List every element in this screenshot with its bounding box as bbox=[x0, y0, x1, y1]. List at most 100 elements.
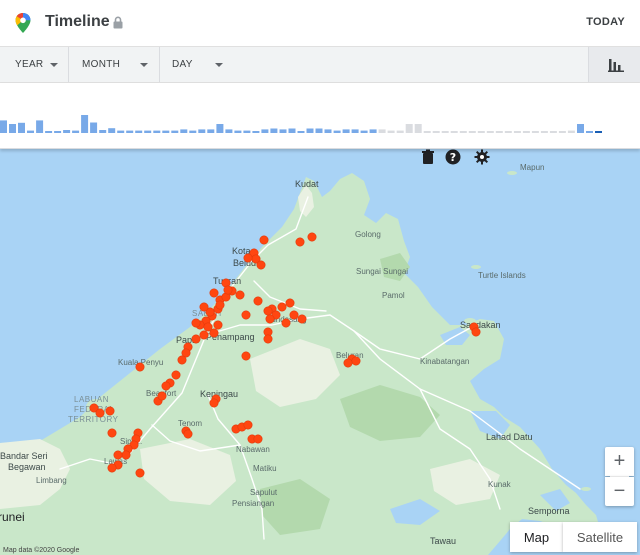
histogram-bar[interactable] bbox=[0, 120, 7, 133]
histogram-bar[interactable] bbox=[567, 130, 575, 133]
histogram-bar[interactable] bbox=[369, 129, 377, 133]
location-pin[interactable] bbox=[253, 296, 263, 306]
location-pin[interactable] bbox=[107, 463, 117, 473]
histogram-bar[interactable] bbox=[135, 130, 143, 133]
location-pin[interactable] bbox=[121, 450, 131, 460]
histogram-bar[interactable] bbox=[36, 120, 44, 133]
histogram-bar[interactable] bbox=[162, 130, 170, 133]
histogram-bar[interactable] bbox=[432, 131, 440, 133]
histogram-bar[interactable] bbox=[414, 124, 422, 133]
histogram-bar[interactable] bbox=[261, 129, 269, 133]
histogram-bar[interactable] bbox=[540, 131, 548, 133]
location-pin[interactable] bbox=[161, 381, 171, 391]
histogram-bar[interactable] bbox=[351, 129, 359, 133]
histogram-bar[interactable] bbox=[495, 131, 503, 133]
histogram-bar[interactable] bbox=[225, 129, 233, 133]
location-pin[interactable] bbox=[241, 351, 251, 361]
help-icon[interactable]: ? bbox=[445, 149, 461, 165]
histogram-bar[interactable] bbox=[243, 130, 251, 133]
year-dropdown[interactable]: YEAR bbox=[15, 47, 60, 82]
histogram-bar[interactable] bbox=[90, 122, 98, 134]
location-pin[interactable] bbox=[191, 334, 201, 344]
location-pin[interactable] bbox=[343, 358, 353, 368]
histogram-bar[interactable] bbox=[81, 115, 89, 133]
trash-icon[interactable] bbox=[420, 149, 436, 165]
histogram-chart[interactable] bbox=[0, 83, 640, 149]
zoom-out-button[interactable]: − bbox=[605, 477, 634, 506]
location-pin[interactable] bbox=[209, 398, 219, 408]
location-pin[interactable] bbox=[285, 298, 295, 308]
histogram-bar[interactable] bbox=[63, 130, 71, 133]
location-pins-layer[interactable] bbox=[0, 149, 640, 555]
histogram-bar[interactable] bbox=[378, 129, 386, 133]
histogram-bar[interactable] bbox=[216, 124, 224, 133]
histogram-bar[interactable] bbox=[315, 128, 323, 134]
location-pin[interactable] bbox=[157, 391, 167, 401]
location-pin[interactable] bbox=[235, 290, 245, 300]
location-pin[interactable] bbox=[183, 429, 193, 439]
month-dropdown[interactable]: MONTH bbox=[82, 47, 150, 82]
histogram-bar[interactable] bbox=[198, 129, 206, 133]
histogram-bar[interactable] bbox=[144, 130, 152, 133]
location-pin[interactable] bbox=[281, 318, 291, 328]
histogram-bar[interactable] bbox=[504, 131, 512, 133]
location-pin[interactable] bbox=[265, 314, 275, 324]
histogram-bar[interactable] bbox=[117, 130, 125, 133]
histogram-bar[interactable] bbox=[180, 129, 188, 133]
location-pin[interactable] bbox=[209, 328, 219, 338]
location-pin[interactable] bbox=[215, 300, 225, 310]
location-pin[interactable] bbox=[295, 237, 305, 247]
histogram-bar[interactable] bbox=[531, 131, 539, 133]
location-pin[interactable] bbox=[259, 235, 269, 245]
location-pin[interactable] bbox=[135, 362, 145, 372]
histogram-bar[interactable] bbox=[522, 131, 530, 133]
location-pin[interactable] bbox=[243, 420, 253, 430]
histogram-bar[interactable] bbox=[270, 128, 278, 134]
location-pin[interactable] bbox=[471, 327, 481, 337]
location-pin[interactable] bbox=[105, 406, 115, 416]
histogram-bar[interactable] bbox=[477, 131, 485, 133]
histogram-bar[interactable] bbox=[54, 131, 62, 133]
histogram-bar[interactable] bbox=[306, 128, 314, 134]
location-pin[interactable] bbox=[351, 356, 361, 366]
location-pin[interactable] bbox=[199, 302, 209, 312]
activity-histogram[interactable] bbox=[0, 83, 640, 149]
location-pin[interactable] bbox=[307, 232, 317, 242]
timeline-map[interactable]: Kudat Mapun Golong Kota Belud Sungai Sun… bbox=[0, 149, 640, 555]
location-pin[interactable] bbox=[297, 314, 307, 324]
location-pin[interactable] bbox=[289, 310, 299, 320]
histogram-bar[interactable] bbox=[595, 131, 602, 133]
histogram-bar[interactable] bbox=[324, 129, 332, 133]
histogram-bar[interactable] bbox=[459, 131, 467, 133]
histogram-bar[interactable] bbox=[558, 131, 566, 133]
location-pin[interactable] bbox=[107, 428, 117, 438]
histogram-bar[interactable] bbox=[441, 131, 449, 133]
zoom-in-button[interactable]: + bbox=[605, 447, 634, 476]
histogram-bar[interactable] bbox=[279, 129, 287, 133]
histogram-bar[interactable] bbox=[234, 130, 242, 133]
histogram-bar[interactable] bbox=[99, 130, 107, 133]
histogram-bar[interactable] bbox=[450, 131, 458, 133]
histogram-bar[interactable] bbox=[9, 124, 16, 133]
histogram-bar[interactable] bbox=[252, 131, 260, 133]
location-pin[interactable] bbox=[253, 434, 263, 444]
day-dropdown[interactable]: DAY bbox=[172, 47, 224, 82]
histogram-bar[interactable] bbox=[360, 130, 368, 133]
histogram-bar[interactable] bbox=[189, 130, 197, 133]
histogram-bar[interactable] bbox=[396, 130, 404, 133]
histogram-bar[interactable] bbox=[27, 130, 34, 133]
location-pin[interactable] bbox=[243, 253, 253, 263]
histogram-bar[interactable] bbox=[207, 129, 215, 133]
today-button[interactable]: TODAY bbox=[586, 16, 625, 28]
location-pin[interactable] bbox=[209, 288, 219, 298]
settings-gear-icon[interactable] bbox=[474, 149, 490, 165]
map-type-satellite-button[interactable]: Satellite bbox=[563, 522, 637, 552]
location-pin[interactable] bbox=[135, 468, 145, 478]
histogram-bar[interactable] bbox=[486, 131, 494, 133]
histogram-bar[interactable] bbox=[577, 124, 584, 133]
histogram-bar[interactable] bbox=[333, 130, 341, 133]
histogram-bar[interactable] bbox=[297, 131, 305, 133]
histogram-bar[interactable] bbox=[549, 131, 557, 133]
location-pin[interactable] bbox=[223, 285, 233, 295]
location-pin[interactable] bbox=[263, 334, 273, 344]
